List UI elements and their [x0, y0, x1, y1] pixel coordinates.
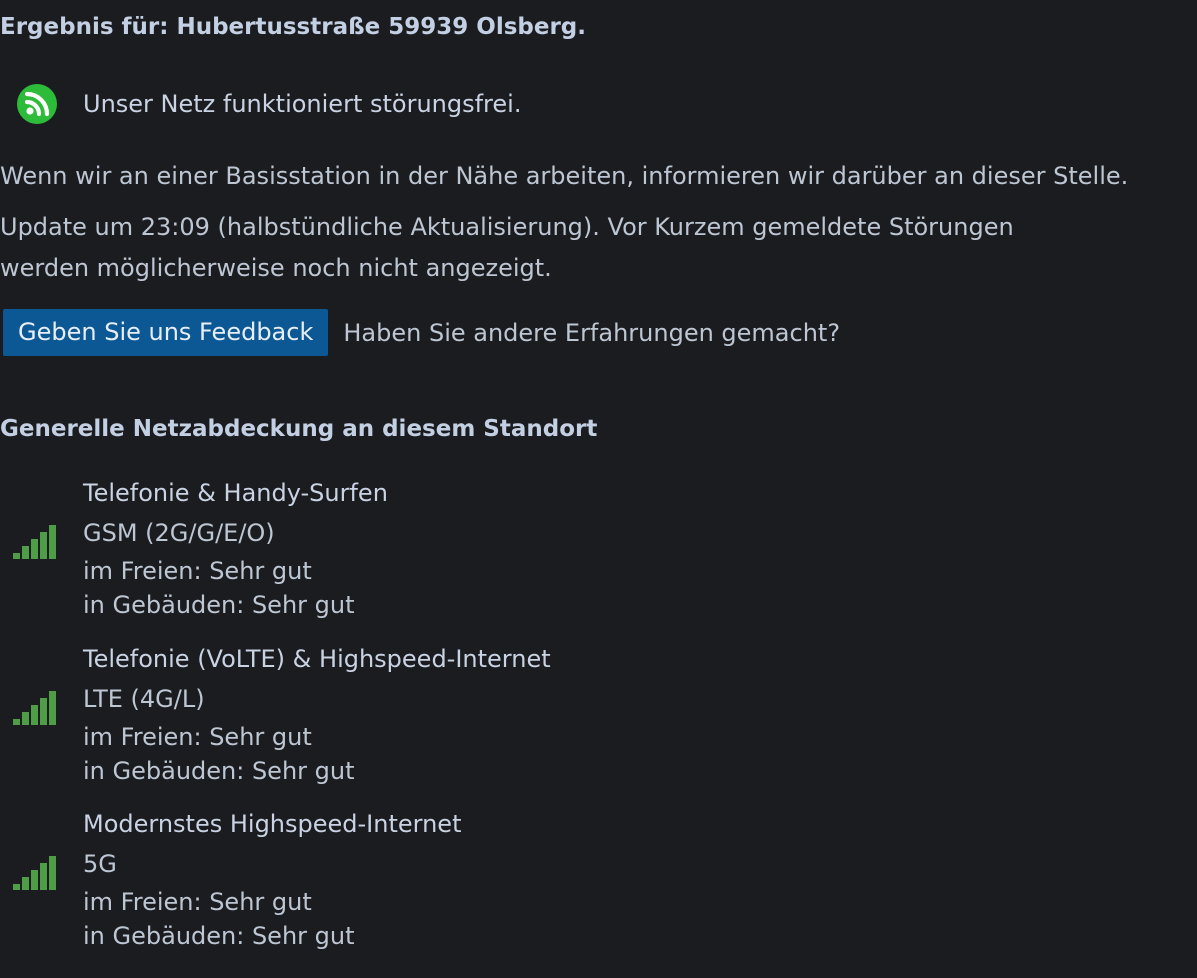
coverage-item-heading: Telefonie (VoLTE) & Highspeed-Internet: [83, 645, 551, 673]
signal-bar: [49, 856, 56, 890]
signal-bar: [31, 539, 38, 559]
signal-strength-icon: [13, 525, 61, 565]
signal-strength-icon: [13, 691, 61, 731]
network-ok-icon-circle: [17, 84, 57, 124]
signal-bar: [22, 877, 29, 890]
coverage-item-gsm: Telefonie & Handy-Surfen GSM (2G/G/E/O) …: [0, 478, 700, 628]
coverage-item-heading: Modernstes Highspeed-Internet: [83, 810, 462, 838]
coverage-item-indoor: in Gebäuden: Sehr gut: [83, 757, 355, 785]
signal-bar: [13, 884, 20, 890]
update-info: Update um 23:09 (halbstündliche Aktualis…: [0, 213, 1014, 282]
coverage-item-heading: Telefonie & Handy-Surfen: [83, 479, 388, 507]
coverage-item-outdoor: im Freien: Sehr gut: [83, 723, 312, 751]
signal-bar: [22, 546, 29, 559]
signal-bar: [40, 532, 47, 559]
coverage-item-5g: Modernstes Highspeed-Internet 5G im Frei…: [0, 809, 700, 959]
coverage-item-indoor: in Gebäuden: Sehr gut: [83, 922, 355, 950]
coverage-item-indoor: in Gebäuden: Sehr gut: [83, 591, 355, 619]
signal-bar: [13, 553, 20, 559]
signal-bars: [13, 856, 56, 890]
coverage-item-outdoor: im Freien: Sehr gut: [83, 557, 312, 585]
signal-bars: [13, 525, 56, 559]
signal-bar: [31, 705, 38, 725]
coverage-item-outdoor: im Freien: Sehr gut: [83, 888, 312, 916]
signal-bar: [13, 719, 20, 725]
coverage-item-lte: Telefonie (VoLTE) & Highspeed-Internet L…: [0, 644, 700, 794]
network-status-text: Unser Netz funktioniert störungsfrei.: [83, 90, 522, 118]
coverage-title: Generelle Netzabdeckung an diesem Stando…: [0, 416, 598, 442]
coverage-item-technology: 5G: [83, 850, 117, 878]
signal-bar: [31, 870, 38, 890]
signal-strength-icon: [13, 856, 61, 896]
network-ok-icon: [17, 84, 57, 124]
network-status: Unser Netz funktioniert störungsfrei.: [16, 83, 521, 125]
coverage-item-text: Modernstes Highspeed-Internet 5G im Frei…: [83, 809, 461, 955]
feedback-section: Geben Sie uns Feedback Haben Sie andere …: [3, 309, 840, 356]
coverage-item-text: Telefonie & Handy-Surfen GSM (2G/G/E/O) …: [83, 478, 388, 624]
signal-bar: [40, 863, 47, 890]
signal-bars: [13, 691, 56, 725]
coverage-item-technology: GSM (2G/G/E/O): [83, 519, 275, 547]
signal-bar: [49, 525, 56, 559]
signal-bar: [49, 691, 56, 725]
maintenance-info: Wenn wir an einer Basisstation in der Nä…: [0, 162, 1129, 190]
feedback-hint: Haben Sie andere Erfahrungen gemacht?: [343, 318, 841, 347]
feedback-button[interactable]: Geben Sie uns Feedback: [3, 309, 329, 356]
network-ok-icon-dot: [26, 107, 34, 115]
result-title: Ergebnis für: Hubertusstraße 59939 Olsbe…: [0, 14, 587, 40]
signal-bar: [40, 698, 47, 725]
coverage-item-text: Telefonie (VoLTE) & Highspeed-Internet L…: [83, 644, 551, 790]
signal-bar: [22, 712, 29, 725]
coverage-item-technology: LTE (4G/L): [83, 685, 205, 713]
